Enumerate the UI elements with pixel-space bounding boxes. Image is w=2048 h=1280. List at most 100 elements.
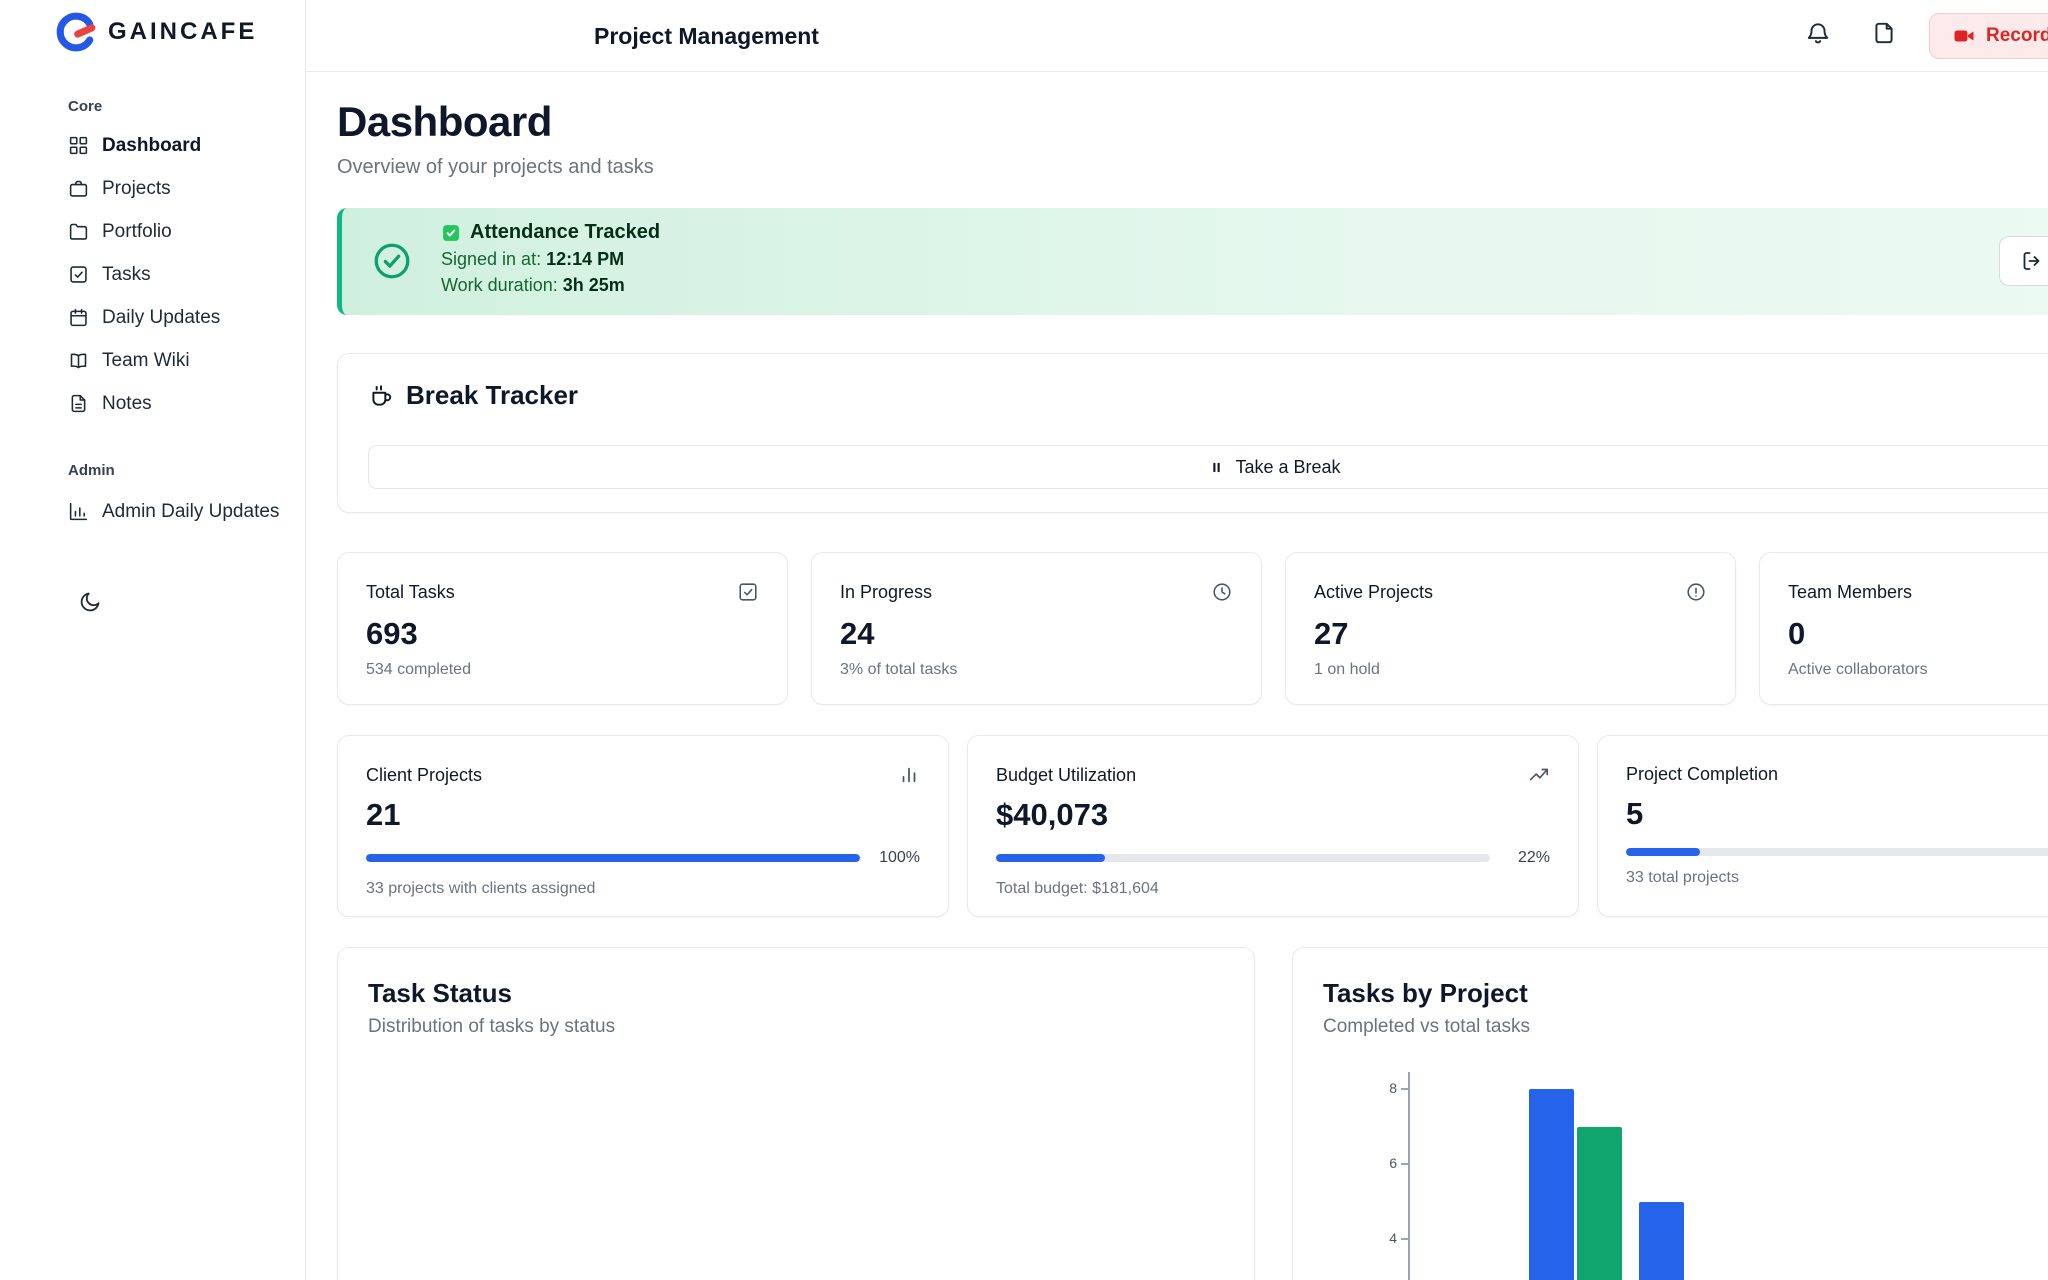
progress-fill	[366, 854, 860, 862]
page-title: Dashboard	[337, 98, 654, 146]
sidebar-item-label: Dashboard	[102, 135, 201, 157]
sidebar-item-notes[interactable]: Notes	[0, 382, 305, 425]
attendance-text: Attendance Tracked Signed in at: 12:14 P…	[441, 221, 660, 296]
attendance-title: Attendance Tracked	[470, 221, 660, 244]
stat-title: Team Members	[1788, 582, 1912, 603]
progress-row: Client Projects 21 100% 33 projects with…	[337, 735, 2048, 917]
attendance-duration: Work duration: 3h 25m	[441, 275, 660, 296]
sidebar-item-label: Projects	[102, 178, 171, 200]
trending-up-icon	[1528, 764, 1550, 786]
page-subtitle: Overview of your projects and tasks	[337, 156, 654, 179]
sidebar-item-dashboard[interactable]: Dashboard	[0, 124, 305, 167]
page-head: Dashboard Overview of your projects and …	[337, 98, 654, 179]
duration-label: Work duration:	[441, 275, 558, 295]
break-tracker-header: Break Tracker	[368, 380, 578, 411]
take-a-break-label: Take a Break	[1235, 457, 1340, 478]
sidebar-section-admin: Admin	[68, 462, 115, 479]
progress-percent: 22%	[1504, 849, 1550, 867]
progress-value: 5	[1626, 796, 2048, 832]
progress-card-client-projects: Client Projects 21 100% 33 projects with…	[337, 735, 949, 917]
bar-chart-icon	[68, 501, 89, 522]
sidebar-item-label: Daily Updates	[102, 307, 220, 329]
sidebar-item-label: Tasks	[102, 264, 151, 286]
progress-caption: Total budget: $181,604	[996, 880, 1550, 898]
sidebar-item-projects[interactable]: Projects	[0, 167, 305, 210]
chart-tick-mark	[1401, 1238, 1408, 1240]
break-tracker-card: Break Tracker Take a Break	[337, 353, 2048, 513]
mini-bars-icon	[898, 764, 920, 786]
moon-icon	[78, 590, 102, 614]
progress-title: Budget Utilization	[996, 765, 1136, 786]
sidebar-item-portfolio[interactable]: Portfolio	[0, 210, 305, 253]
attendance-banner: Attendance Tracked Signed in at: 12:14 P…	[337, 208, 2048, 315]
record-clip-button[interactable]: Record Cli	[1929, 13, 2048, 59]
progress-fill	[1626, 848, 1700, 856]
sidebar-item-label: Team Wiki	[102, 350, 190, 372]
stat-caption: 1 on hold	[1314, 661, 1707, 679]
stat-card-team-members: Team Members 0 Active collaborators	[1759, 552, 2048, 705]
sign-out-icon	[2020, 249, 2044, 273]
green-checkbox-icon	[441, 223, 461, 243]
progress-track	[366, 854, 860, 862]
attendance-signed-in: Signed in at: 12:14 PM	[441, 249, 660, 270]
video-camera-icon	[1952, 24, 1976, 48]
chart-tick-mark	[1401, 1163, 1408, 1165]
sidebar-item-team-wiki[interactable]: Team Wiki	[0, 339, 305, 382]
tasks-by-project-card: Tasks by Project Completed vs total task…	[1292, 947, 2048, 1280]
sidebar-item-tasks[interactable]: Tasks	[0, 253, 305, 296]
stats-row: Total Tasks 693 534 completed In Progres…	[337, 552, 2048, 705]
signed-in-label: Signed in at:	[441, 249, 541, 269]
sidebar-item-admin-daily-updates[interactable]: Admin Daily Updates	[0, 490, 305, 533]
sidebar-item-label: Portfolio	[102, 221, 172, 243]
file-icon	[1871, 20, 1897, 46]
pause-icon	[1208, 459, 1225, 476]
chart-y-axis	[1408, 1072, 1410, 1280]
progress-title: Project Completion	[1626, 764, 1778, 785]
notifications-button[interactable]	[1805, 20, 1831, 46]
signed-in-value: 12:14 PM	[546, 249, 624, 269]
header-title: Project Management	[594, 0, 819, 72]
sidebar-nav-core: Dashboard Projects Portfolio Tasks Daily…	[0, 124, 305, 425]
theme-toggle-button[interactable]	[72, 584, 108, 620]
sidebar-item-daily-updates[interactable]: Daily Updates	[0, 296, 305, 339]
progress-value: $40,073	[996, 797, 1550, 833]
top-header: Project Management Record Cli	[306, 0, 2048, 72]
document-button[interactable]	[1871, 20, 1897, 46]
stat-caption: 534 completed	[366, 661, 759, 679]
stat-caption: 3% of total tasks	[840, 661, 1233, 679]
brand-name: GAINCAFE	[108, 18, 257, 46]
task-status-card: Task Status Distribution of tasks by sta…	[337, 947, 1255, 1280]
sidebar-item-label: Admin Daily Updates	[102, 501, 279, 523]
break-tracker-title: Break Tracker	[406, 380, 578, 411]
progress-value: 21	[366, 797, 920, 833]
sidebar-section-core: Core	[68, 98, 102, 115]
stat-card-in-progress: In Progress 24 3% of total tasks	[811, 552, 1262, 705]
sidebar-nav-admin: Admin Daily Updates	[0, 490, 305, 533]
chart-tick-mark	[1401, 1088, 1408, 1090]
book-open-icon	[68, 350, 89, 371]
sidebar: GAINCAFE Core Dashboard Projects Portfol…	[0, 0, 306, 1280]
dashboard-grid-icon	[68, 135, 89, 156]
check-square-icon	[68, 264, 89, 285]
progress-caption: 33 total projects	[1626, 869, 2048, 887]
progress-card-project-completion: Project Completion 5 33 total projects	[1597, 735, 2048, 917]
stat-value: 693	[366, 616, 759, 652]
chart-tick-label: 6	[1363, 1155, 1397, 1171]
stat-card-total-tasks: Total Tasks 693 534 completed	[337, 552, 788, 705]
record-clip-label: Record Cli	[1986, 25, 2048, 47]
progress-track	[996, 854, 1490, 862]
stat-value: 0	[1788, 616, 2048, 652]
main-area: Dashboard Overview of your projects and …	[306, 72, 2048, 1280]
check-square-icon	[737, 581, 759, 603]
attendance-status	[371, 240, 413, 282]
stat-title: Total Tasks	[366, 582, 455, 603]
take-a-break-button[interactable]: Take a Break	[368, 445, 2048, 489]
chart-tick-label: 4	[1363, 1230, 1397, 1246]
clock-icon	[1211, 581, 1233, 603]
sign-out-button[interactable]	[1999, 236, 2048, 286]
chart-tick-label: 8	[1363, 1080, 1397, 1096]
brand-logo[interactable]: GAINCAFE	[55, 12, 257, 52]
briefcase-icon	[68, 178, 89, 199]
duration-value: 3h 25m	[563, 275, 625, 295]
chart-bar	[1577, 1127, 1622, 1280]
